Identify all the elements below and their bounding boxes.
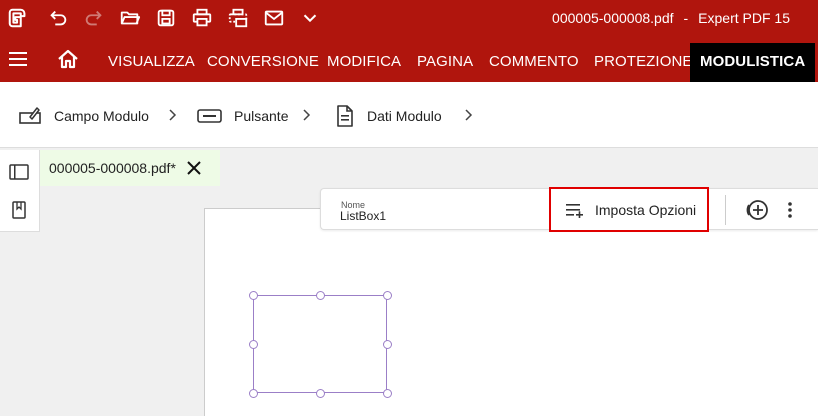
title-filename: 000005-000008.pdf [552,10,674,26]
side-panel [0,150,40,232]
list-add-icon [566,203,583,218]
sidebar-toggle-icon[interactable] [9,162,29,182]
chevron-right-icon [301,108,311,122]
title-separator: - [683,10,689,26]
resize-handle[interactable] [249,389,258,398]
hamburger-menu-icon[interactable] [8,50,28,68]
title-bar: 000005-000008.pdf - Expert PDF 15 [0,0,818,36]
resize-handle[interactable] [249,291,258,300]
more-options-icon[interactable] [781,199,799,221]
field-properties-bar: Nome ListBox1 Imposta Opzioni [320,187,818,232]
dati-modulo-button[interactable]: Dati Modulo [335,104,442,128]
button-field-icon [197,109,222,123]
tab-protezione[interactable]: PROTEZIONE [594,53,693,70]
undo-icon[interactable] [46,6,70,30]
window-title: 000005-000008.pdf - Expert PDF 15 [552,10,790,26]
imposta-opzioni-button[interactable]: Imposta Opzioni [549,187,709,232]
resize-handle[interactable] [383,340,392,349]
app-logo-icon[interactable] [6,6,30,30]
form-data-icon [337,105,353,127]
pulsante-label: Pulsante [234,108,289,124]
name-value[interactable]: ListBox1 [340,209,386,223]
campo-modulo-label: Campo Modulo [54,108,149,124]
tab-commento[interactable]: COMMENTO [489,53,579,70]
divider [725,195,726,225]
tab-modifica[interactable]: MODIFICA [327,53,401,70]
dati-modulo-label: Dati Modulo [367,108,442,124]
home-icon[interactable] [56,48,80,70]
redo-icon[interactable] [82,6,106,30]
listbox-field[interactable] [253,295,387,393]
scan-icon[interactable] [226,6,250,30]
document-tab-title: 000005-000008.pdf* [49,160,176,176]
open-folder-icon[interactable] [118,6,142,30]
tab-visualizza[interactable]: VISUALIZZA [108,53,195,70]
bookmark-icon[interactable] [9,200,29,220]
resize-handle[interactable] [316,291,325,300]
resize-handle[interactable] [383,389,392,398]
title-app-name: Expert PDF 15 [698,10,790,26]
resize-handle[interactable] [383,291,392,300]
pulsante-button[interactable]: Pulsante [197,104,288,128]
campo-modulo-button[interactable]: Campo Modulo [18,104,149,128]
chevron-right-icon [463,108,473,122]
tab-conversione[interactable]: CONVERSIONE [207,53,319,70]
chevron-down-icon[interactable] [298,6,322,30]
close-icon[interactable] [186,160,202,176]
tab-modulistica[interactable]: MODULISTICA [690,43,816,82]
email-icon[interactable] [262,6,286,30]
save-icon[interactable] [154,6,178,30]
document-tab[interactable]: 000005-000008.pdf* [40,150,220,186]
form-field-icon [19,107,41,124]
menu-bar: VISUALIZZA CONVERSIONE MODIFICA PAGINA C… [0,36,818,82]
imposta-opzioni-label: Imposta Opzioni [595,201,697,218]
chevron-right-icon [167,108,177,122]
resize-handle[interactable] [316,389,325,398]
tab-pagina[interactable]: PAGINA [417,53,473,70]
ribbon-toolbar: Campo Modulo Pulsante Dati Modulo [0,82,818,148]
print-icon[interactable] [190,6,214,30]
add-circle-icon[interactable] [745,198,769,222]
resize-handle[interactable] [249,340,258,349]
